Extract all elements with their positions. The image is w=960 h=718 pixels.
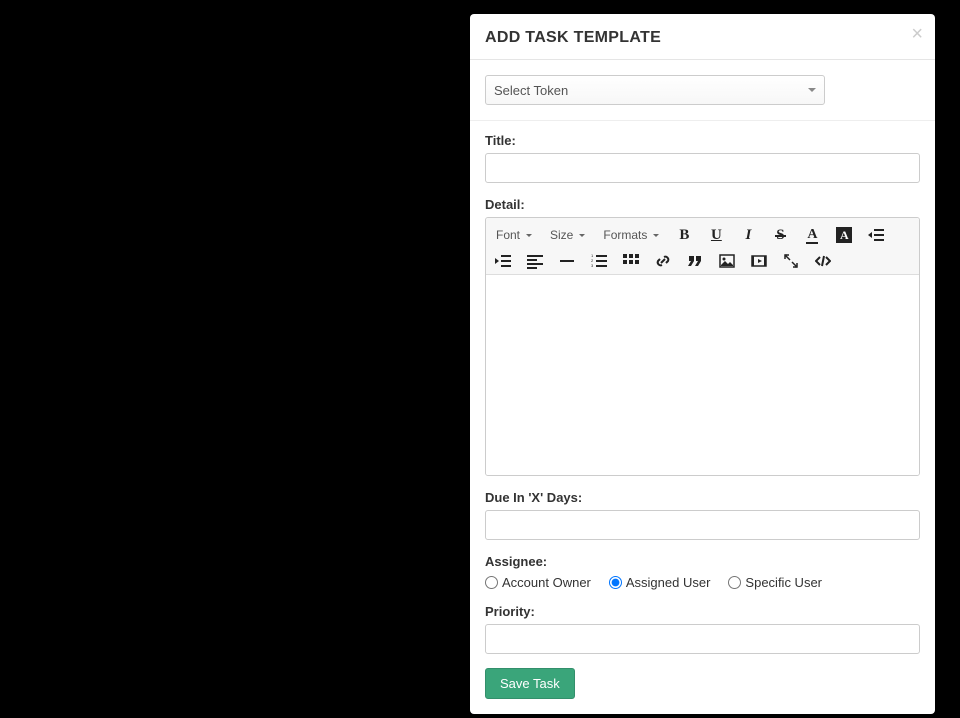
due-days-group: Due In 'X' Days: xyxy=(485,490,920,540)
align-button[interactable] xyxy=(524,250,546,272)
minus-icon xyxy=(559,253,575,269)
due-days-label: Due In 'X' Days: xyxy=(485,490,920,505)
title-input[interactable] xyxy=(485,153,920,183)
outdent-icon xyxy=(868,227,884,243)
assignee-radio-specific-user[interactable] xyxy=(728,576,741,589)
text-color-button[interactable]: A xyxy=(801,224,823,246)
chevron-down-icon xyxy=(526,234,532,237)
link-icon xyxy=(655,253,671,269)
strikethrough-button[interactable]: S xyxy=(769,224,791,246)
size-select[interactable]: Size xyxy=(546,226,589,244)
fullscreen-button[interactable] xyxy=(780,250,802,272)
select-token-placeholder: Select Token xyxy=(494,83,568,98)
chevron-down-icon xyxy=(808,88,816,92)
bold-button[interactable]: B xyxy=(673,224,695,246)
select-token-dropdown[interactable]: Select Token xyxy=(485,75,825,105)
formats-select[interactable]: Formats xyxy=(599,226,663,244)
assignee-option-label: Specific User xyxy=(745,575,822,590)
detail-group: Detail: Font Size Formats B U I S A A xyxy=(485,197,920,476)
detail-label: Detail: xyxy=(485,197,920,212)
image-icon xyxy=(719,253,735,269)
horizontal-rule-button[interactable] xyxy=(556,250,578,272)
code-view-button[interactable] xyxy=(812,250,834,272)
title-group: Title: xyxy=(485,133,920,183)
assignee-option-assigned-user[interactable]: Assigned User xyxy=(609,575,711,590)
editor-toolbar: Font Size Formats B U I S A A xyxy=(486,218,919,275)
code-icon xyxy=(815,253,831,269)
video-button[interactable] xyxy=(748,250,770,272)
align-left-icon xyxy=(527,253,543,269)
token-section: Select Token xyxy=(470,60,935,121)
assignee-radio-assigned-user[interactable] xyxy=(609,576,622,589)
priority-group: Priority: xyxy=(485,604,920,654)
modal-header: ADD TASK TEMPLATE × xyxy=(470,14,935,60)
add-task-template-modal: ADD TASK TEMPLATE × Select Token Title: … xyxy=(470,14,935,714)
fullscreen-icon xyxy=(783,253,799,269)
italic-button[interactable]: I xyxy=(737,224,759,246)
underline-button[interactable]: U xyxy=(705,224,727,246)
video-icon xyxy=(751,253,767,269)
quote-button[interactable] xyxy=(684,250,706,272)
editor-content-area[interactable] xyxy=(486,275,919,475)
priority-input[interactable] xyxy=(485,624,920,654)
chevron-down-icon xyxy=(653,234,659,237)
close-button[interactable]: × xyxy=(911,24,923,44)
svg-text:3: 3 xyxy=(591,263,594,268)
modal-title: ADD TASK TEMPLATE xyxy=(485,29,920,47)
assignee-radio-account-owner[interactable] xyxy=(485,576,498,589)
save-task-button[interactable]: Save Task xyxy=(485,668,575,699)
priority-label: Priority: xyxy=(485,604,920,619)
due-days-input[interactable] xyxy=(485,510,920,540)
rich-text-editor: Font Size Formats B U I S A A xyxy=(485,217,920,476)
quote-icon xyxy=(687,253,703,269)
assignee-option-label: Account Owner xyxy=(502,575,591,590)
image-button[interactable] xyxy=(716,250,738,272)
background-color-button[interactable]: A xyxy=(833,224,855,246)
ordered-list-icon: 123 xyxy=(591,253,607,269)
link-button[interactable] xyxy=(652,250,674,272)
assignee-options: Account Owner Assigned User Specific Use… xyxy=(485,575,920,590)
font-select[interactable]: Font xyxy=(492,226,536,244)
assignee-group: Assignee: Account Owner Assigned User Sp… xyxy=(485,554,920,590)
title-label: Title: xyxy=(485,133,920,148)
modal-body: Title: Detail: Font Size Formats B U I S… xyxy=(470,121,935,714)
assignee-option-label: Assigned User xyxy=(626,575,711,590)
assignee-label: Assignee: xyxy=(485,554,920,569)
table-button[interactable] xyxy=(620,250,642,272)
assignee-option-specific-user[interactable]: Specific User xyxy=(728,575,822,590)
assignee-option-account-owner[interactable]: Account Owner xyxy=(485,575,591,590)
ordered-list-button[interactable]: 123 xyxy=(588,250,610,272)
indent-button[interactable] xyxy=(492,250,514,272)
outdent-button[interactable] xyxy=(865,224,887,246)
indent-icon xyxy=(495,253,511,269)
chevron-down-icon xyxy=(579,234,585,237)
table-icon xyxy=(623,253,639,269)
